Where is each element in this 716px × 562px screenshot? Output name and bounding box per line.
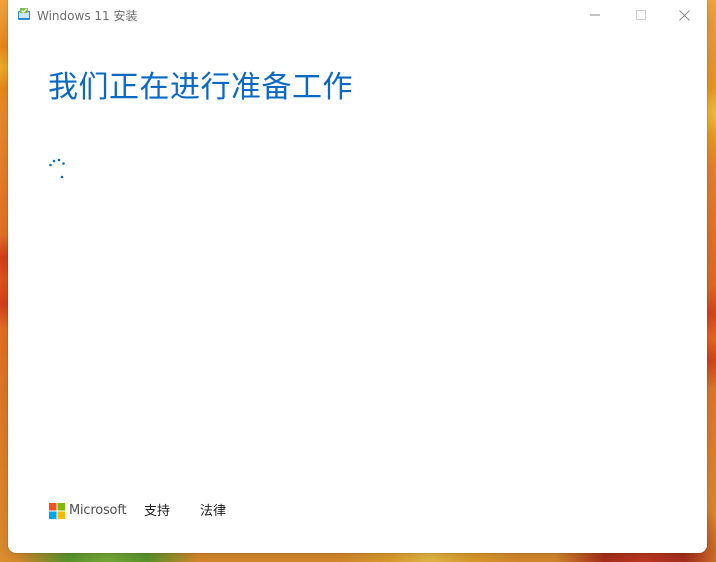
microsoft-wordmark: Microsoft bbox=[69, 503, 127, 518]
window-title: Windows 11 安装 bbox=[37, 9, 138, 23]
minimize-button[interactable] bbox=[572, 0, 618, 30]
page-title: 我们正在进行准备工作 bbox=[48, 70, 353, 105]
close-button[interactable] bbox=[661, 0, 707, 30]
setup-app-icon bbox=[18, 8, 30, 20]
loading-spinner-icon bbox=[49, 158, 65, 179]
maximize-button[interactable] bbox=[618, 0, 664, 30]
setup-window: Windows 11 安装 我们正在进行准备工作 Microsoft 支持 法律 bbox=[8, 0, 707, 553]
minimize-icon bbox=[590, 14, 600, 16]
support-link[interactable]: 支持 bbox=[144, 504, 170, 520]
legal-link[interactable]: 法律 bbox=[200, 504, 226, 520]
maximize-icon bbox=[636, 10, 646, 20]
title-bar[interactable]: Windows 11 安装 bbox=[8, 0, 707, 32]
footer: Microsoft 支持 法律 bbox=[49, 500, 449, 524]
microsoft-logo-icon bbox=[49, 503, 65, 519]
close-icon bbox=[678, 9, 690, 21]
